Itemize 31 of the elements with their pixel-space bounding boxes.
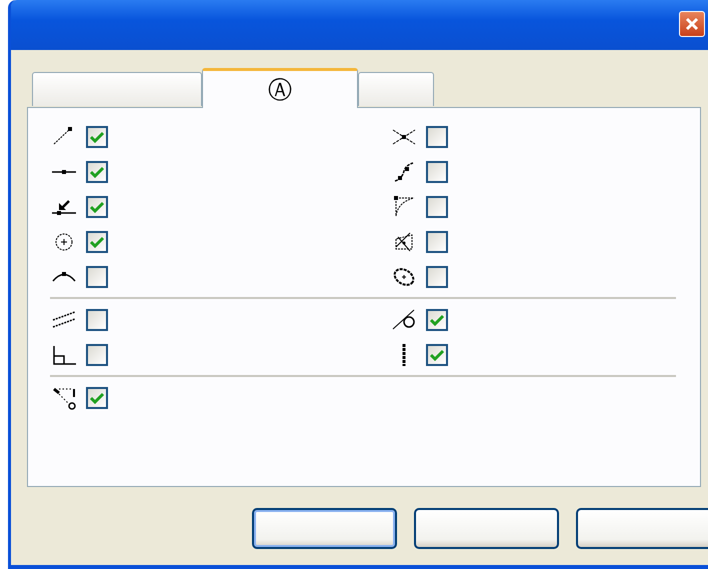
vertical-dashed-line-icon [402,342,406,366]
close-button[interactable] [679,11,705,37]
check-icon [90,166,104,178]
checkbox[interactable] [86,266,108,288]
point-on-line-icon [51,168,77,174]
arc-point-icon [52,271,76,282]
check-icon [90,236,104,248]
check-icon [430,348,444,360]
check-icon [430,314,444,326]
checkbox[interactable] [86,126,108,148]
checkbox[interactable] [86,196,108,218]
dialog-button[interactable] [576,508,708,549]
tab[interactable]: Ⓐ [202,68,358,108]
check-icon [90,130,104,142]
checkbox[interactable] [86,308,108,330]
checkbox[interactable] [86,160,108,182]
checkbox[interactable] [426,230,448,252]
close-icon [685,17,699,31]
checkbox[interactable] [86,230,108,252]
checkbox[interactable] [426,344,448,366]
checkbox[interactable] [86,344,108,366]
checkbox[interactable] [86,386,108,408]
check-icon [90,200,104,212]
checkbox[interactable] [426,126,448,148]
checkbox[interactable] [426,160,448,182]
check-icon [90,392,104,404]
dialog-button[interactable] [414,508,559,549]
checkbox[interactable] [426,266,448,288]
checkbox[interactable] [426,308,448,330]
checkbox[interactable] [426,196,448,218]
dialog-button[interactable] [252,508,397,549]
